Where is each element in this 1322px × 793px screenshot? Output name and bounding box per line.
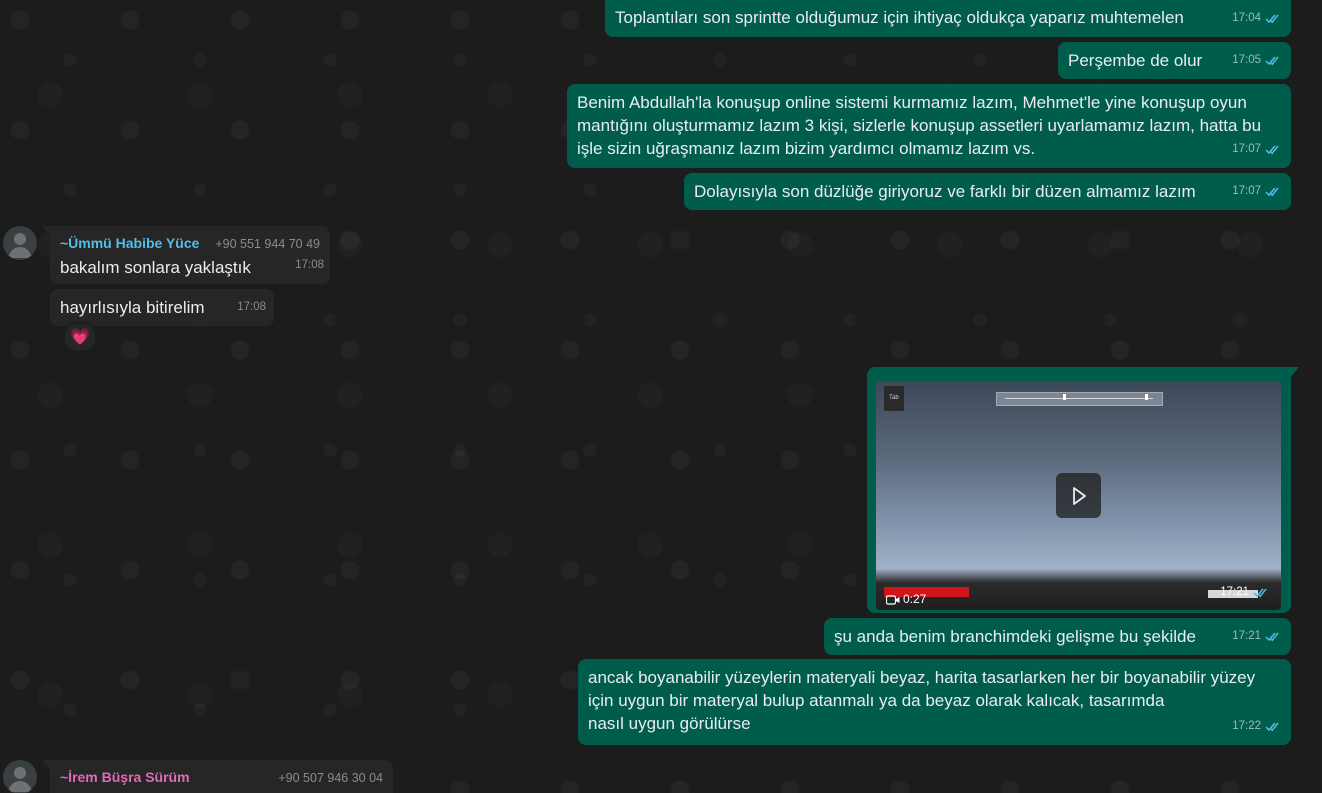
- incoming-message[interactable]: ~İrem Büşra Sürüm +90 507 946 30 04: [42, 760, 393, 793]
- double-check-icon: [1265, 187, 1279, 197]
- message-meta: 17:08: [295, 254, 324, 277]
- sender-phone: +90 507 946 30 04: [278, 771, 383, 785]
- message-meta: 17:04: [1232, 7, 1281, 30]
- video-toolbar-graphic: [996, 392, 1163, 406]
- message-time: 17:07: [1232, 185, 1261, 197]
- default-avatar-icon[interactable]: [3, 760, 37, 793]
- message-time: 17:04: [1232, 12, 1261, 24]
- sender-name[interactable]: ~İrem Büşra Sürüm: [60, 766, 190, 789]
- double-check-icon: [1265, 14, 1279, 24]
- video-tab-label: Tab: [889, 395, 899, 401]
- play-icon: [1072, 486, 1086, 505]
- outgoing-message[interactable]: Perşembe de olur 17:05: [1058, 42, 1291, 79]
- video-tab-chip: Tab: [884, 386, 904, 411]
- outgoing-message[interactable]: ancak boyanabilir yüzeylerin materyali b…: [578, 659, 1291, 745]
- reaction-badge[interactable]: 💗: [63, 322, 97, 352]
- sender-name[interactable]: ~Ümmü Habibe Yüce: [60, 232, 199, 255]
- play-button[interactable]: [1056, 473, 1101, 518]
- sender-phone: +90 551 944 70 49: [215, 237, 320, 251]
- incoming-message[interactable]: hayırlısıyla bitirelim 17:08: [50, 289, 274, 326]
- message-meta: 17:22: [1232, 715, 1281, 738]
- reaction-emoji: 💗: [70, 329, 90, 346]
- message-text: Benim Abdullah'la konuşup online sistemi…: [577, 93, 1262, 158]
- message-text: Toplantıları son sprintte olduğumuz için…: [615, 8, 1184, 27]
- outgoing-message[interactable]: Dolayısıyla son düzlüğe giriyoruz ve far…: [684, 173, 1291, 210]
- message-text: Dolayısıyla son düzlüğe giriyoruz ve far…: [694, 182, 1196, 201]
- message-time: 17:08: [295, 259, 324, 271]
- video-duration: 0:27: [903, 592, 927, 606]
- message-time: 17:21: [1232, 630, 1261, 642]
- outgoing-message[interactable]: şu anda benim branchimdeki gelişme bu şe…: [824, 618, 1291, 655]
- message-meta: 17:05: [1232, 49, 1281, 72]
- double-check-icon: [1265, 632, 1279, 642]
- outgoing-message[interactable]: Benim Abdullah'la konuşup online sistemi…: [567, 84, 1291, 168]
- video-camera-icon: [886, 594, 900, 605]
- double-check-icon: [1265, 56, 1279, 66]
- incoming-message[interactable]: ~Ümmü Habibe Yüce +90 551 944 70 49 baka…: [42, 226, 330, 284]
- video-thumbnail[interactable]: Tab 0:27 17:21: [876, 381, 1281, 610]
- double-check-icon: [1265, 722, 1279, 732]
- message-time: 17:21: [1220, 586, 1249, 598]
- message-meta: 17:07: [1232, 180, 1281, 203]
- double-check-icon: [1253, 588, 1267, 598]
- message-meta: 17:07: [1232, 138, 1281, 161]
- message-meta: 17:08: [237, 296, 266, 319]
- video-duration-badge: 0:27: [886, 588, 926, 610]
- message-meta: 17:21: [1220, 581, 1269, 604]
- message-text: ancak boyanabilir yüzeylerin materyali b…: [588, 668, 1256, 733]
- double-check-icon: [1265, 145, 1279, 155]
- message-time: 17:08: [237, 301, 266, 313]
- message-time: 17:07: [1232, 143, 1261, 155]
- message-time: 17:22: [1232, 720, 1261, 732]
- chat-area: Toplantıları son sprintte olduğumuz için…: [0, 0, 1322, 793]
- outgoing-video-message[interactable]: Tab 0:27 17:21: [867, 367, 1299, 613]
- default-avatar-icon[interactable]: [3, 226, 37, 260]
- message-text: bakalım sonlara yaklaştık: [60, 258, 251, 277]
- message-time: 17:05: [1232, 54, 1261, 66]
- message-meta: 17:21: [1232, 625, 1281, 648]
- outgoing-message[interactable]: Toplantıları son sprintte olduğumuz için…: [605, 0, 1291, 37]
- message-text: şu anda benim branchimdeki gelişme bu şe…: [834, 627, 1196, 646]
